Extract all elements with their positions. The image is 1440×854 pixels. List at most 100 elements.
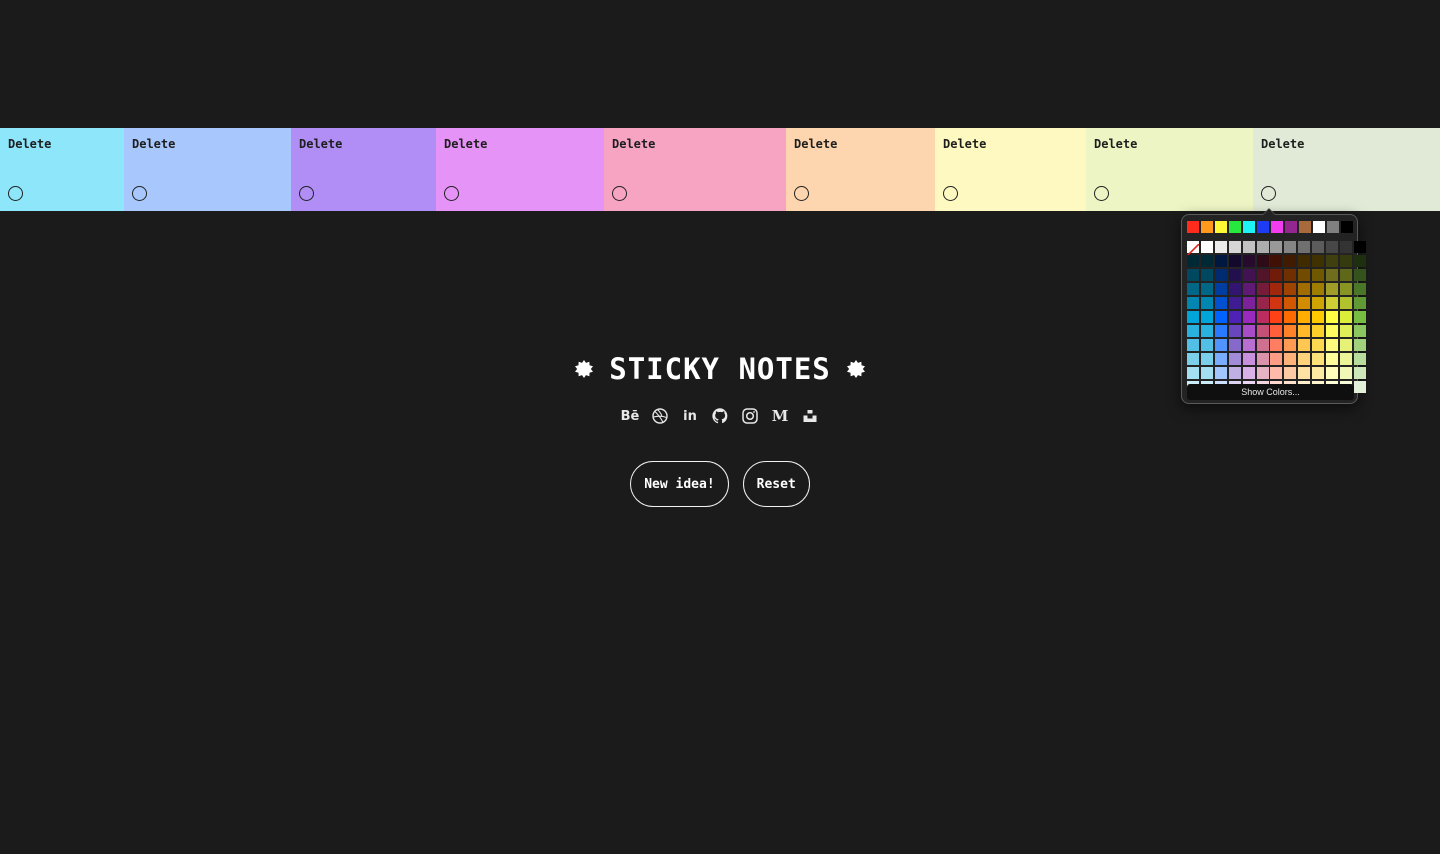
dribbble-icon[interactable] <box>651 406 669 426</box>
sticky-note[interactable]: Delete <box>1086 128 1253 211</box>
behance-icon[interactable]: Bē <box>621 406 640 426</box>
color-swatch[interactable] <box>1284 283 1296 295</box>
color-swatch[interactable] <box>1229 241 1241 253</box>
color-swatch[interactable] <box>1298 241 1310 253</box>
new-idea-button[interactable]: New idea! <box>630 461 729 507</box>
color-swatch-button[interactable] <box>794 186 809 201</box>
color-swatch[interactable] <box>1243 311 1255 323</box>
color-swatch[interactable] <box>1326 241 1338 253</box>
delete-button[interactable]: Delete <box>444 137 487 151</box>
color-swatch[interactable] <box>1312 255 1324 267</box>
sticky-note[interactable]: Delete <box>786 128 935 211</box>
color-swatch[interactable] <box>1270 297 1282 309</box>
color-swatch[interactable] <box>1201 241 1213 253</box>
color-swatch[interactable] <box>1354 325 1366 337</box>
color-swatch[interactable] <box>1312 325 1324 337</box>
color-swatch[interactable] <box>1340 325 1352 337</box>
color-swatch[interactable] <box>1257 311 1269 323</box>
color-swatch[interactable] <box>1187 255 1199 267</box>
color-swatch[interactable] <box>1257 221 1269 233</box>
color-swatch[interactable] <box>1243 339 1255 351</box>
color-swatch[interactable] <box>1187 269 1199 281</box>
sticky-note[interactable]: Delete <box>1253 128 1440 211</box>
no-color-swatch[interactable] <box>1186 241 1200 257</box>
delete-button[interactable]: Delete <box>299 137 342 151</box>
color-swatch[interactable] <box>1326 311 1338 323</box>
color-swatch[interactable] <box>1270 255 1282 267</box>
color-swatch[interactable] <box>1271 221 1283 233</box>
color-swatch[interactable] <box>1312 269 1324 281</box>
color-swatch[interactable] <box>1201 339 1213 351</box>
color-swatch[interactable] <box>1326 325 1338 337</box>
color-swatch[interactable] <box>1284 339 1296 351</box>
color-swatch[interactable] <box>1326 269 1338 281</box>
color-swatch[interactable] <box>1201 269 1213 281</box>
color-swatch[interactable] <box>1284 241 1296 253</box>
delete-button[interactable]: Delete <box>132 137 175 151</box>
color-swatch[interactable] <box>1215 297 1227 309</box>
color-swatch[interactable] <box>1298 297 1310 309</box>
color-swatch[interactable] <box>1187 221 1199 233</box>
color-swatch[interactable] <box>1313 221 1325 233</box>
color-swatch[interactable] <box>1340 297 1352 309</box>
color-swatch[interactable] <box>1229 255 1241 267</box>
color-swatch-button[interactable] <box>8 186 23 201</box>
color-swatch[interactable] <box>1229 283 1241 295</box>
color-swatch[interactable] <box>1215 325 1227 337</box>
color-swatch[interactable] <box>1340 283 1352 295</box>
color-swatch[interactable] <box>1187 297 1199 309</box>
color-swatch[interactable] <box>1229 297 1241 309</box>
color-swatch[interactable] <box>1340 255 1352 267</box>
color-swatch-button[interactable] <box>299 186 314 201</box>
color-swatch[interactable] <box>1243 325 1255 337</box>
color-swatch[interactable] <box>1270 283 1282 295</box>
delete-button[interactable]: Delete <box>1094 137 1137 151</box>
color-swatch[interactable] <box>1229 221 1241 233</box>
delete-button[interactable]: Delete <box>8 137 51 151</box>
color-swatch-button[interactable] <box>132 186 147 201</box>
color-swatch[interactable] <box>1215 311 1227 323</box>
color-swatch[interactable] <box>1201 255 1213 267</box>
color-swatch[interactable] <box>1215 221 1227 233</box>
sticky-note[interactable]: Delete <box>124 128 291 211</box>
color-swatch[interactable] <box>1229 269 1241 281</box>
color-swatch[interactable] <box>1284 255 1296 267</box>
color-swatch[interactable] <box>1187 283 1199 295</box>
sticky-note[interactable]: Delete <box>0 128 124 211</box>
color-swatch[interactable] <box>1299 221 1311 233</box>
color-swatch[interactable] <box>1340 311 1352 323</box>
reset-button[interactable]: Reset <box>742 461 810 507</box>
color-swatch[interactable] <box>1285 221 1297 233</box>
color-swatch[interactable] <box>1354 339 1366 351</box>
color-swatch[interactable] <box>1326 297 1338 309</box>
color-swatch[interactable] <box>1215 241 1227 253</box>
color-swatch[interactable] <box>1354 269 1366 281</box>
color-swatch[interactable] <box>1312 283 1324 295</box>
color-swatch[interactable] <box>1312 339 1324 351</box>
color-swatch[interactable] <box>1298 255 1310 267</box>
color-swatch[interactable] <box>1215 255 1227 267</box>
color-swatch[interactable] <box>1270 269 1282 281</box>
color-swatch[interactable] <box>1340 339 1352 351</box>
color-swatch[interactable] <box>1229 311 1241 323</box>
github-icon[interactable] <box>711 406 729 426</box>
delete-button[interactable]: Delete <box>794 137 837 151</box>
color-swatch[interactable] <box>1354 255 1366 267</box>
color-swatch[interactable] <box>1326 283 1338 295</box>
color-swatch[interactable] <box>1243 221 1255 233</box>
sticky-note[interactable]: Delete <box>935 128 1086 211</box>
linkedin-icon[interactable]: in <box>681 406 699 426</box>
color-swatch[interactable] <box>1327 221 1339 233</box>
color-swatch[interactable] <box>1298 283 1310 295</box>
delete-button[interactable]: Delete <box>1261 137 1304 151</box>
color-swatch[interactable] <box>1284 325 1296 337</box>
color-swatch-button[interactable] <box>1094 186 1109 201</box>
color-swatch[interactable] <box>1201 221 1213 233</box>
color-swatch-button[interactable] <box>943 186 958 201</box>
color-swatch[interactable] <box>1340 241 1352 253</box>
color-swatch[interactable] <box>1298 269 1310 281</box>
color-swatch[interactable] <box>1243 255 1255 267</box>
color-swatch[interactable] <box>1341 221 1353 233</box>
color-swatch[interactable] <box>1257 297 1269 309</box>
color-swatch[interactable] <box>1354 297 1366 309</box>
